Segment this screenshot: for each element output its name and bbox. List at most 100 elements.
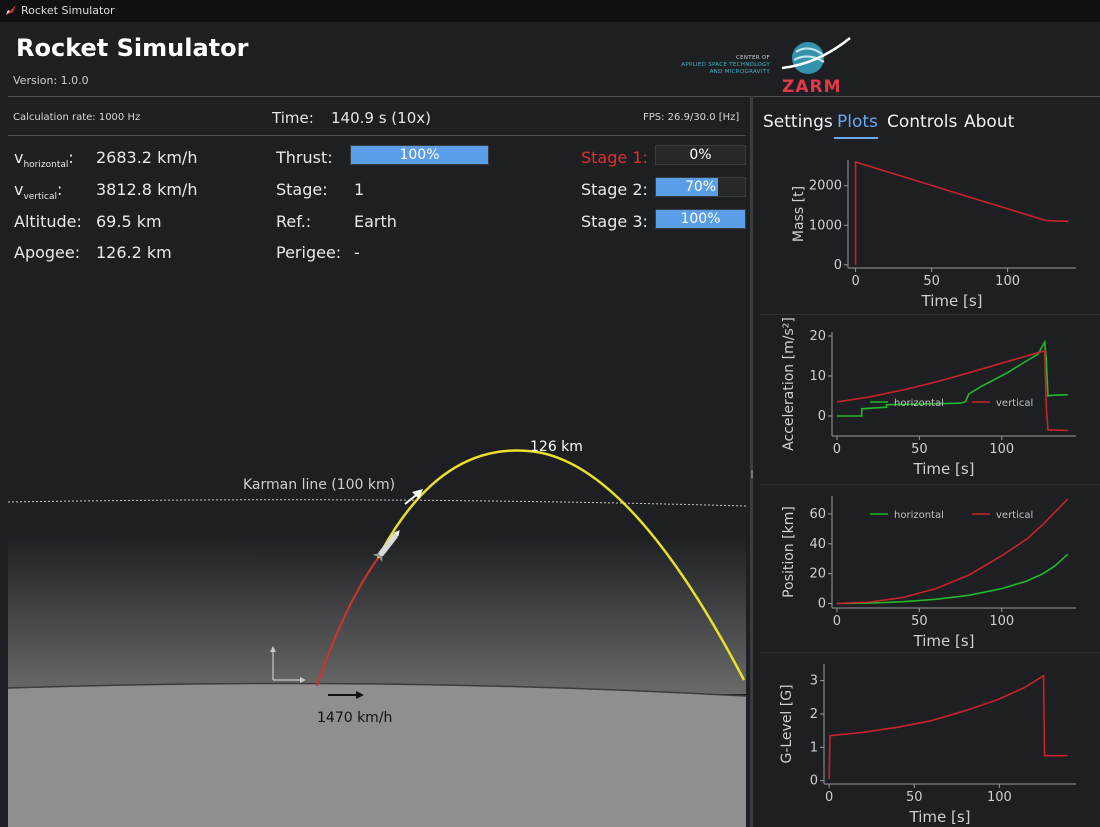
stage-value: 1 (354, 180, 365, 199)
y-tick-label: 20 (809, 567, 826, 582)
time-value: 140.9 s (10x) (331, 109, 431, 127)
calculation-rate: Calculation rate: 1000 Hz (13, 112, 141, 123)
series-line-0 (836, 553, 1069, 605)
x-tick-label: 50 (911, 614, 928, 629)
logo-line-1: CENTER OF (735, 55, 770, 61)
logo-line-2: APPLIED SPACE TECHNOLOGY (681, 62, 770, 68)
y-axis-label: Position [km] (781, 506, 797, 598)
plots-panel: 0 50 100 0 1000 2000 Time [s] Mass [t] 0 50 100 0 1… (760, 140, 1100, 827)
x-axis-label: Time [s] (909, 808, 971, 826)
y-tick-label: 10 (809, 369, 826, 384)
stage-1-bar: 0% (655, 145, 746, 165)
plot-separator (760, 652, 1100, 653)
trajectory-view[interactable]: Karman line (100 km) 126 km 1470 km/h (8, 268, 746, 827)
x-tick-label: 50 (923, 274, 940, 289)
zarm-logo: ZARM (781, 37, 851, 96)
y-tick-label: 0 (818, 597, 826, 612)
y-tick-label: 1 (810, 740, 818, 755)
logo-line-3: AND MICROGRAVITY (709, 69, 770, 75)
mass-plot[interactable]: 0 50 100010002000Time [s]Mass [t] (760, 140, 1100, 315)
x-axis-label: Time [s] (913, 460, 975, 478)
tab-settings[interactable]: Settings (763, 112, 833, 132)
stage-label: Stage: (276, 180, 328, 199)
x-axis-label: Time [s] (921, 292, 983, 310)
zarm-logo-caption: CENTER OF APPLIED SPACE TECHNOLOGY AND M… (600, 55, 770, 76)
x-tick-label: 0 (833, 442, 841, 457)
x-tick-label: 50 (906, 790, 923, 805)
series-line-1 (836, 349, 1068, 432)
x-tick-label: 0 (833, 614, 841, 629)
tab-plots[interactable]: Plots (837, 112, 878, 132)
y-tick-label: 3 (810, 674, 818, 689)
splitter-grip[interactable] (751, 470, 753, 478)
stage-3-label: Stage 3: (581, 212, 648, 231)
y-tick-label: 40 (809, 537, 826, 552)
earth-surface (8, 683, 746, 827)
stage-3-bar-text: 100% (680, 211, 721, 227)
y-axis-label: Acceleration [m/s²] (781, 317, 797, 451)
y-tick-label: 1000 (809, 218, 842, 233)
fps-readout: FPS: 26.9/30.0 [Hz] (643, 112, 740, 123)
y-tick-label: 2000 (809, 179, 842, 194)
altitude-value: 69.5 km (96, 212, 162, 231)
x-tick-label: 50 (911, 442, 928, 457)
stage-2-bar: 70% (655, 177, 746, 197)
panel-splitter[interactable] (750, 96, 753, 827)
position-plot[interactable]: 0 50 100 0 20 40 60 Time [s] Position [km] horizo… (760, 486, 1100, 652)
svg-text:ZARM: ZARM (782, 77, 842, 96)
karman-line (8, 499, 746, 507)
reference-value: Earth (354, 212, 397, 231)
thrust-label: Thrust: (276, 148, 333, 167)
y-tick-label: 60 (809, 507, 826, 522)
status-divider (8, 135, 746, 136)
plot-separator (760, 484, 1100, 485)
perigee-value: - (354, 243, 360, 262)
ground-speed-label: 1470 km/h (317, 710, 392, 726)
apogee-value: 126.2 km (96, 243, 172, 262)
apogee-label: Apogee: (14, 243, 81, 262)
y-tick-label: 0 (810, 774, 818, 789)
x-tick-label: 0 (851, 274, 859, 289)
y-tick-label: 0 (834, 258, 842, 273)
reference-label: Ref.: (276, 212, 312, 231)
x-tick-label: 0 (825, 790, 833, 805)
active-tab-indicator (834, 137, 878, 139)
stage-2-label: Stage 2: (581, 180, 648, 199)
y-axis-label: Mass [t] (791, 186, 807, 242)
x-tick-label: 100 (995, 274, 1020, 289)
header-divider (8, 96, 1100, 97)
stage-1-bar-text: 0% (689, 147, 712, 163)
stage-1-label: Stage 1: (581, 148, 648, 167)
v-horizontal-label: vhorizontal: (14, 148, 74, 171)
series-line-0 (854, 160, 1069, 265)
apogee-marker-label: 126 km (530, 439, 583, 455)
window-title: Rocket Simulator (21, 4, 115, 17)
thrust-bar-text: 100% (399, 147, 440, 163)
y-axis-label: G-Level [G] (779, 684, 795, 763)
g-level-plot[interactable]: 0 50 100 0 1 2 3 Time [s] G-Level [G] (760, 654, 1100, 827)
window-titlebar: Rocket Simulator (0, 0, 1100, 22)
v-horizontal-value: 2683.2 km/h (96, 148, 198, 167)
legend-label-0: horizontal (894, 510, 944, 521)
tab-controls[interactable]: Controls (887, 112, 957, 132)
legend-label-1: vertical (996, 510, 1033, 521)
tab-about[interactable]: About (964, 112, 1014, 132)
y-tick-label: 2 (810, 707, 818, 722)
v-vertical-label: vvertical: (14, 180, 63, 203)
y-tick-label: 20 (809, 329, 826, 344)
karman-line-label: Karman line (100 km) (243, 477, 395, 493)
plot-separator (760, 314, 1100, 315)
altitude-label: Altitude: (14, 212, 82, 231)
thrust-bar: 100% (350, 145, 489, 165)
x-tick-label: 100 (989, 614, 1014, 629)
acceleration-plot[interactable]: 0 50 100 0 10 20 Time [s] Acceleration [m/s²] ho… (760, 316, 1100, 484)
app-title: Rocket Simulator (16, 34, 249, 62)
x-tick-label: 100 (989, 442, 1014, 457)
legend-label-1: vertical (996, 398, 1033, 409)
stage-2-bar-text: 70% (684, 179, 717, 195)
rocket-app-icon (6, 5, 16, 15)
v-vertical-value: 3812.8 km/h (96, 180, 198, 199)
x-tick-label: 100 (987, 790, 1012, 805)
version-label: Version: 1.0.0 (13, 74, 89, 87)
legend-label-0: horizontal (894, 398, 944, 409)
